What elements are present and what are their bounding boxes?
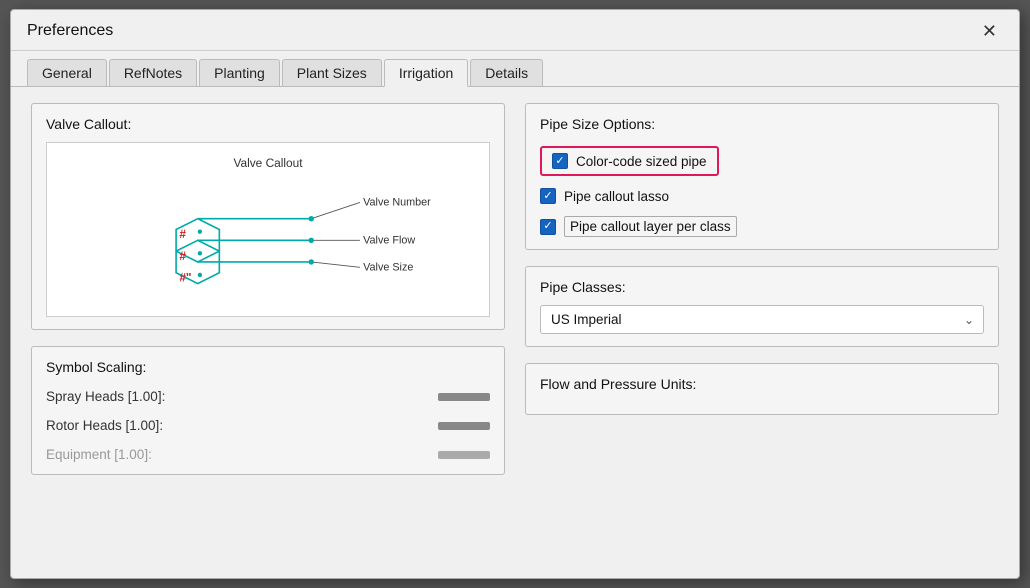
title-bar: Preferences ✕ [11,10,1019,51]
svg-text:#: # [179,249,186,263]
left-column: Valve Callout: Valve Callout Valve Num [31,103,505,475]
scaling-row-rotor: Rotor Heads [1.00]: [46,418,490,433]
pipe-classes-select-wrapper: US Imperial SI Metric ⌄ [540,305,984,334]
svg-text:#": #" [179,270,191,284]
tab-refnotes[interactable]: RefNotes [109,59,197,86]
pipe-size-options-section: Pipe Size Options: ✓ Color-code sized pi… [525,103,999,250]
right-column: Pipe Size Options: ✓ Color-code sized pi… [525,103,999,475]
rotor-heads-slider[interactable] [438,422,490,430]
preferences-dialog: Preferences ✕ General RefNotes Planting … [10,9,1020,579]
tab-irrigation[interactable]: Irrigation [384,59,468,87]
svg-text:#: # [179,227,186,241]
checkbox-color-code-icon: ✓ [552,153,568,169]
tab-plant-sizes[interactable]: Plant Sizes [282,59,382,86]
checkbox-color-code-pipe[interactable]: ✓ Color-code sized pipe [540,146,719,176]
pipe-classes-label: Pipe Classes: [540,279,984,295]
checkbox-layer-label: Pipe callout layer per class [564,216,737,237]
rotor-heads-label: Rotor Heads [1.00]: [46,418,163,433]
svg-text:Valve Callout: Valve Callout [233,156,303,170]
valve-callout-label: Valve Callout: [46,116,490,132]
pipe-size-label: Pipe Size Options: [540,116,984,132]
valve-callout-section: Valve Callout: Valve Callout Valve Num [31,103,505,330]
checkbox-lasso-icon: ✓ [540,188,556,204]
tab-details[interactable]: Details [470,59,543,86]
equipment-slider[interactable] [438,451,490,459]
tab-general[interactable]: General [27,59,107,86]
valve-callout-preview: Valve Callout Valve Number Valve Flow [46,142,490,317]
flow-pressure-section: Flow and Pressure Units: [525,363,999,415]
valve-callout-svg: Valve Callout Valve Number Valve Flow [47,143,489,316]
main-content: Valve Callout: Valve Callout Valve Num [11,87,1019,491]
checkbox-lasso-label: Pipe callout lasso [564,189,669,204]
svg-text:Valve Size: Valve Size [363,262,413,274]
equipment-label: Equipment [1.00]: [46,447,152,462]
svg-text:Valve Number: Valve Number [363,197,431,209]
spray-heads-label: Spray Heads [1.00]: [46,389,165,404]
svg-text:Valve Flow: Valve Flow [363,235,415,247]
tab-planting[interactable]: Planting [199,59,280,86]
checkbox-layer-icon: ✓ [540,219,556,235]
symbol-scaling-label: Symbol Scaling: [46,359,490,375]
checkbox-rows: ✓ Color-code sized pipe ✓ Pipe callout l… [540,142,984,237]
spray-heads-slider[interactable] [438,393,490,401]
pipe-classes-select[interactable]: US Imperial SI Metric [540,305,984,334]
checkbox-pipe-callout-layer[interactable]: ✓ Pipe callout layer per class [540,216,984,237]
checkbox-pipe-callout-lasso[interactable]: ✓ Pipe callout lasso [540,188,984,204]
checkbox-color-code-label: Color-code sized pipe [576,154,707,169]
flow-pressure-label: Flow and Pressure Units: [540,376,984,392]
symbol-scaling-section: Symbol Scaling: Spray Heads [1.00]: Roto… [31,346,505,475]
scaling-row-equipment: Equipment [1.00]: [46,447,490,462]
tab-bar: General RefNotes Planting Plant Sizes Ir… [11,51,1019,87]
scaling-rows: Spray Heads [1.00]: Rotor Heads [1.00]: … [46,385,490,462]
scaling-row-spray: Spray Heads [1.00]: [46,389,490,404]
close-button[interactable]: ✕ [976,20,1003,42]
dialog-title: Preferences [27,22,113,40]
pipe-classes-section: Pipe Classes: US Imperial SI Metric ⌄ [525,266,999,347]
